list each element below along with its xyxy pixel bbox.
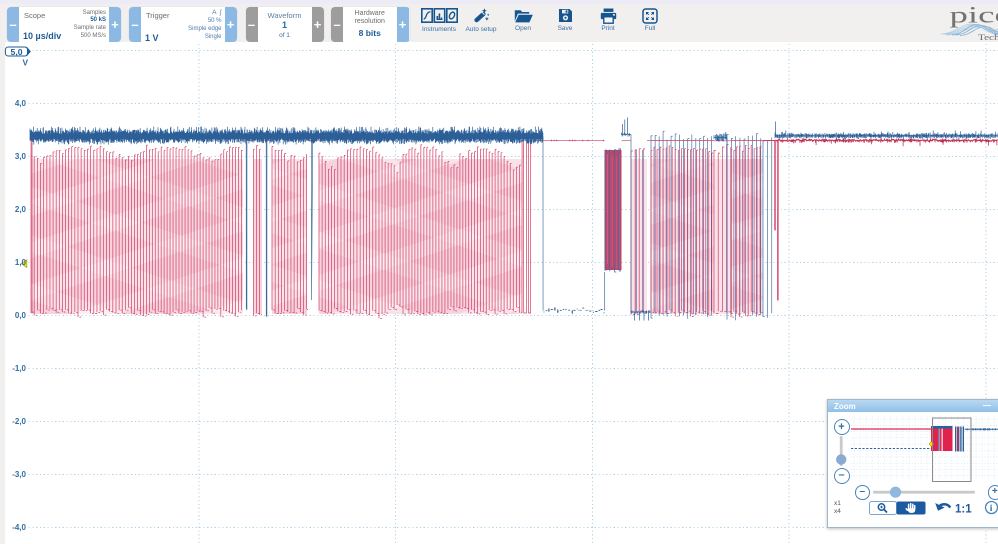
- svg-text:i: i: [990, 504, 993, 514]
- svg-text:1:1: 1:1: [955, 504, 972, 516]
- svg-text:5,0: 5,0: [11, 47, 23, 57]
- svg-text:V: V: [23, 57, 29, 66]
